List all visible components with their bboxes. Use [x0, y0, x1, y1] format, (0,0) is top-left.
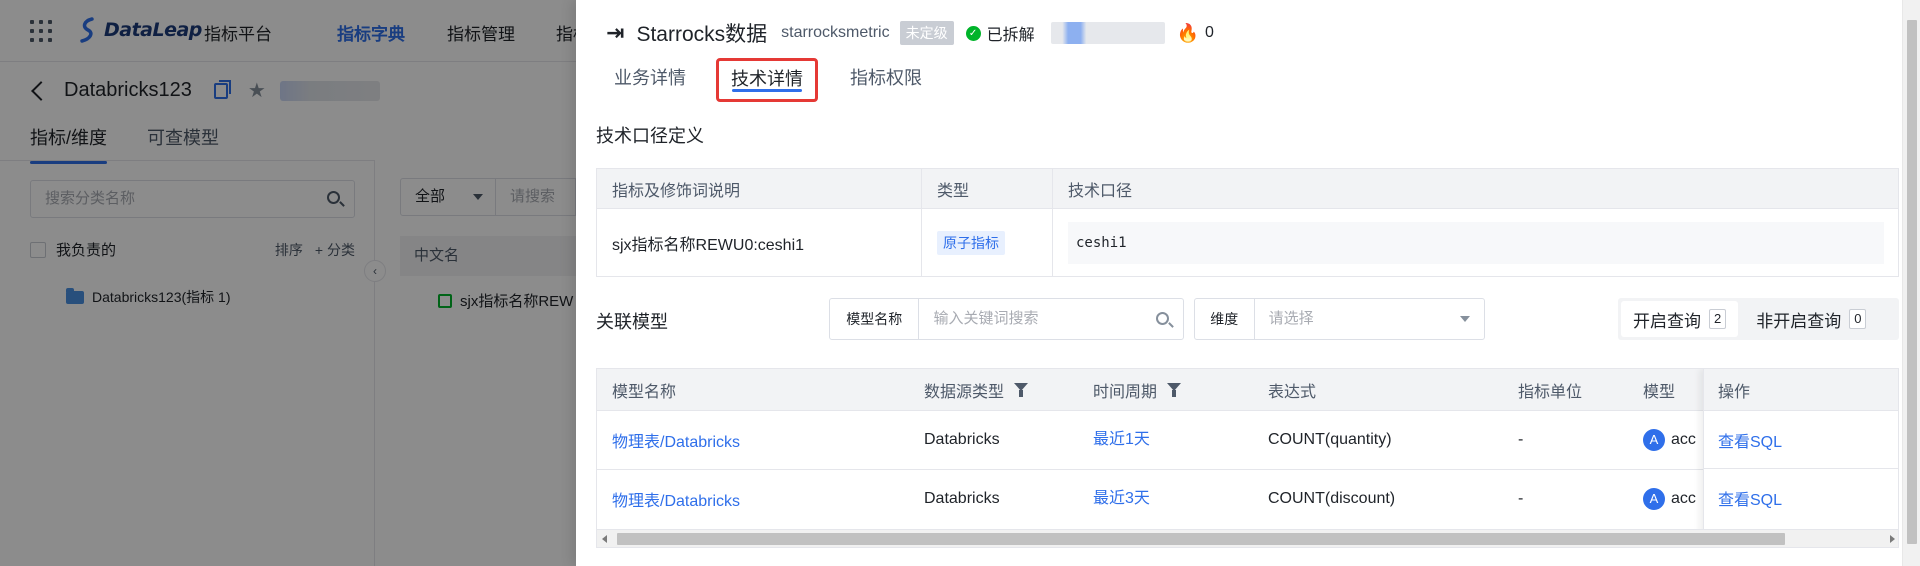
col-model-name: 模型名称 — [612, 383, 677, 401]
col-source-type: 数据源类型 — [924, 369, 1029, 410]
search-icon — [1156, 312, 1169, 325]
time-period-link[interactable]: 最近3天 — [1093, 470, 1150, 527]
fire-icon: 🔥 — [1176, 22, 1200, 43]
toggle-query-disabled[interactable]: 非开启查询 0 — [1744, 301, 1878, 337]
drawer-header: ⇥ Starrocks数据 starrocksmetric 未定级 ✓ 已拆解 … — [606, 20, 1214, 46]
filter-icon[interactable] — [1167, 382, 1182, 397]
source-type: Databricks — [924, 489, 1000, 507]
avatar: A — [1643, 487, 1665, 510]
model-search-input[interactable]: 输入关键词搜索 — [919, 299, 1183, 339]
grade-badge: 未定级 — [899, 21, 954, 45]
owner: A acc — [1643, 470, 1696, 527]
dimension-select[interactable]: 请选择 — [1255, 299, 1484, 339]
col-time-period: 时间周期 — [1093, 369, 1182, 410]
chevron-down-icon — [1460, 316, 1470, 322]
hot-count: 0 — [1205, 24, 1214, 41]
avatar: A — [1643, 428, 1665, 451]
col-source-type-label: 数据源类型 — [924, 383, 1005, 401]
model-name-label: 模型名称 — [830, 299, 920, 339]
unit: - — [1518, 489, 1524, 507]
source-type: Databricks — [924, 430, 1000, 448]
actions-column: 操作 查看SQL 查看SQL — [1703, 369, 1898, 547]
owner-name: acc — [1671, 489, 1696, 507]
query-disabled-count: 0 — [1849, 309, 1867, 329]
owner-name: acc — [1671, 430, 1696, 448]
col-model-owner: 模型 — [1643, 383, 1676, 401]
view-sql-link[interactable]: 查看SQL — [1718, 428, 1782, 452]
scrollbar-thumb[interactable] — [1907, 20, 1917, 544]
unit: - — [1518, 430, 1524, 448]
model-name-link[interactable]: 物理表/Databricks — [612, 470, 740, 527]
col-time-period-label: 时间周期 — [1093, 383, 1158, 401]
col-expression: 表达式 — [1268, 383, 1317, 401]
vertical-scrollbar[interactable] — [1902, 0, 1920, 566]
toggle-query-enabled[interactable]: 开启查询 2 — [1621, 301, 1739, 337]
dimension-label: 维度 — [1195, 299, 1255, 339]
tab-metric-permissions[interactable]: 指标权限 — [832, 58, 940, 102]
actions-cell: 查看SQL — [1704, 468, 1898, 526]
definition-section-title: 技术口径定义 — [596, 126, 704, 146]
horizontal-scrollbar[interactable] — [597, 529, 1898, 547]
drawer-title: Starrocks数据 — [636, 23, 768, 46]
status-indicator: ✓ 已拆解 — [965, 21, 1035, 45]
dimension-placeholder: 请选择 — [1268, 310, 1314, 327]
scroll-right-icon[interactable] — [1890, 535, 1895, 543]
metric-code: starrocksmetric — [781, 24, 890, 41]
model-search-placeholder: 输入关键词搜索 — [933, 310, 1039, 327]
related-section-title: 关联模型 — [596, 312, 668, 332]
definition-type-cell: 原子指标 — [921, 208, 1053, 277]
expression: COUNT(discount) — [1268, 489, 1396, 507]
status-text: 已拆解 — [986, 27, 1035, 44]
toggle-query-enabled-label: 开启查询 — [1633, 311, 1701, 331]
tab-business-details[interactable]: 业务详情 — [596, 58, 704, 102]
related-models-toolbar: 关联模型 模型名称 输入关键词搜索 维度 请选择 开启查询 2 非开启查询 0 — [596, 298, 1899, 340]
owner: A acc — [1643, 411, 1696, 468]
collapse-drawer-icon[interactable]: ⇥ — [606, 20, 624, 46]
expression: COUNT(quantity) — [1268, 430, 1392, 448]
query-enabled-count: 2 — [1709, 309, 1727, 329]
definition-desc: sjx指标名称REWU0:ceshi1 — [596, 208, 922, 277]
expression-code: ceshi1 — [1068, 221, 1884, 264]
col-expression: 技术口径 — [1052, 168, 1899, 209]
scroll-left-icon[interactable] — [602, 535, 607, 543]
model-name-link[interactable]: 物理表/Databricks — [612, 411, 740, 468]
dimension-filter: 维度 请选择 — [1194, 298, 1485, 340]
definition-row: sjx指标名称REWU0:ceshi1 原子指标 ceshi1 — [596, 208, 1899, 277]
scrollbar-thumb[interactable] — [617, 533, 1785, 545]
col-actions: 操作 — [1704, 369, 1898, 410]
view-sql-link[interactable]: 查看SQL — [1718, 486, 1782, 510]
check-circle-icon: ✓ — [965, 25, 981, 41]
metric-detail-drawer: ⇥ Starrocks数据 starrocksmetric 未定级 ✓ 已拆解 … — [576, 0, 1920, 566]
type-tag: 原子指标 — [937, 230, 1005, 255]
actions-cell: 查看SQL — [1704, 410, 1898, 468]
drawer-tabs: 业务详情 技术详情 指标权限 — [596, 58, 954, 102]
model-name-filter: 模型名称 输入关键词搜索 — [829, 298, 1184, 340]
toggle-query-disabled-label: 非开启查询 — [1756, 311, 1842, 331]
definition-expr-cell: ceshi1 — [1052, 208, 1899, 277]
definition-table: 指标及修饰词说明 类型 技术口径 sjx指标名称REWU0:ceshi1 原子指… — [596, 168, 1899, 277]
col-description: 指标及修饰词说明 — [596, 168, 922, 209]
filter-icon[interactable] — [1014, 382, 1029, 397]
col-type: 类型 — [921, 168, 1053, 209]
definition-table-header: 指标及修饰词说明 类型 技术口径 — [596, 168, 1899, 209]
query-toggle: 开启查询 2 非开启查询 0 — [1618, 298, 1899, 340]
tab-technical-details[interactable]: 技术详情 — [716, 58, 818, 102]
model-table: 模型名称 数据源类型 时间周期 表达式 指标单位 模型 物理表/Databric… — [596, 368, 1899, 548]
time-period-link[interactable]: 最近1天 — [1093, 411, 1150, 468]
col-unit: 指标单位 — [1518, 383, 1583, 401]
blurred-owner-info — [1050, 22, 1165, 44]
